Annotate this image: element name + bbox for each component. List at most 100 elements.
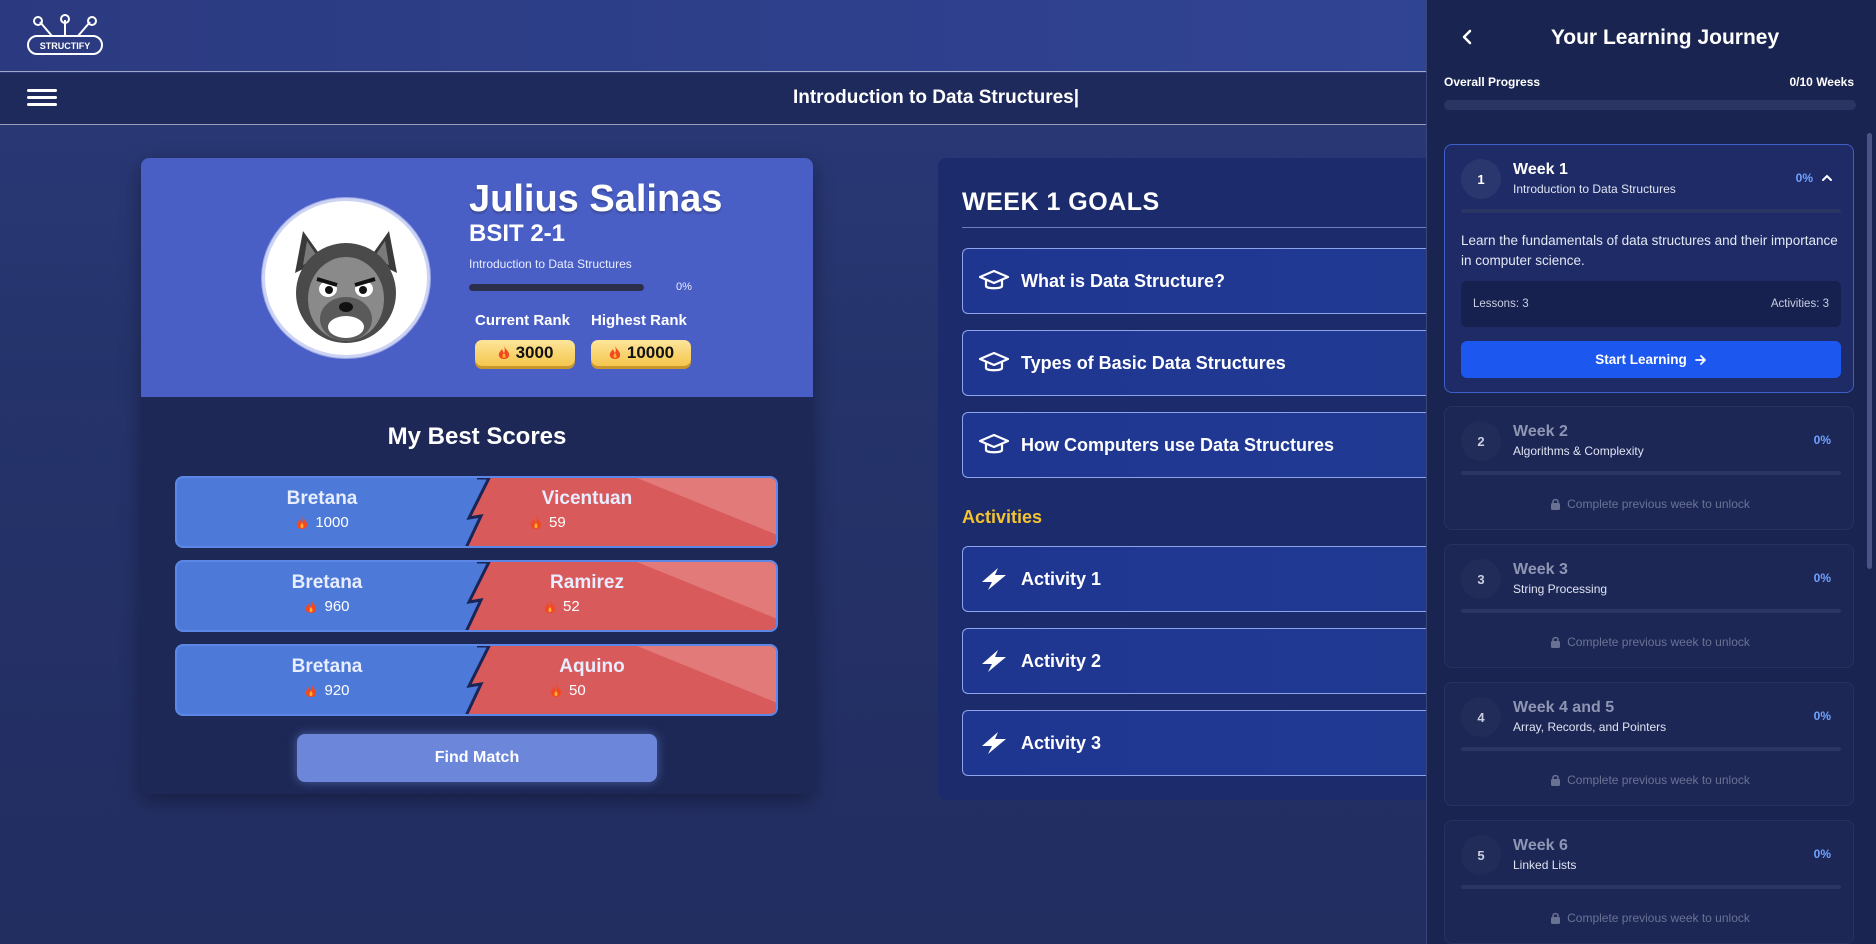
logo-text: STRUCTIFY — [40, 41, 91, 51]
journey-title: Your Learning Journey — [1550, 26, 1780, 49]
week-percent: 0% — [1813, 433, 1831, 447]
activity-label: Activity 3 — [1021, 732, 1102, 753]
activity-label: Activity 1 — [1021, 568, 1102, 589]
week-card-3[interactable]: 3 Week 3 String Processing 0% Complete p… — [1444, 544, 1854, 668]
menu-icon[interactable] — [27, 89, 57, 109]
opponent-score: 50 — [569, 682, 586, 699]
activity-item[interactable]: Activity 3 — [962, 710, 1438, 776]
course-progress-percent: 0% — [676, 281, 692, 293]
week-progress-bar — [1461, 609, 1841, 613]
start-learning-label: Start Learning — [1595, 352, 1687, 367]
wolf-avatar-icon — [295, 231, 397, 343]
week-goals-title: WEEK 1 GOALS — [962, 188, 1160, 216]
goal-item[interactable]: How Computers use Data Structures — [962, 412, 1438, 478]
logo-icon[interactable]: STRUCTIFY — [26, 14, 104, 58]
activities-count: Activities: 3 — [1770, 298, 1829, 310]
week-percent: 0% — [1813, 847, 1831, 861]
week-number: 1 — [1461, 159, 1501, 199]
week-progress-bar — [1461, 885, 1841, 889]
opponent-score: 59 — [549, 514, 566, 531]
goal-label: What is Data Structure? — [1021, 270, 1226, 291]
player-name: Bretana — [291, 656, 363, 677]
week-number: 3 — [1461, 559, 1501, 599]
week-title: Week 4 and 5 — [1513, 699, 1615, 716]
week-title: Week 3 — [1513, 561, 1568, 578]
locked-text: Complete previous week to unlock — [1567, 635, 1750, 649]
week-number: 4 — [1461, 697, 1501, 737]
match-result-row[interactable]: Bretana 1000 Vicentuan 59 — [175, 476, 778, 548]
activity-item[interactable]: Activity 1 — [962, 546, 1438, 612]
avatar — [262, 198, 430, 358]
week-card-5[interactable]: 5 Week 6 Linked Lists 0% Complete previo… — [1444, 820, 1854, 944]
goal-item[interactable]: What is Data Structure? — [962, 248, 1438, 314]
week-card-1[interactable]: 1 Week 1 Introduction to Data Structures… — [1444, 144, 1854, 393]
player-score: 920 — [324, 682, 350, 699]
week-card-4[interactable]: 4 Week 4 and 5 Array, Records, and Point… — [1444, 682, 1854, 806]
locked-message: Complete previous week to unlock — [1445, 911, 1855, 925]
goal-label: Types of Basic Data Structures — [1021, 352, 1286, 373]
week-number: 5 — [1461, 835, 1501, 875]
opponent-name: Ramirez — [550, 572, 624, 593]
course-progress-bar — [469, 284, 644, 291]
highest-rank-value: 10000 — [626, 343, 675, 362]
week-card-2[interactable]: 2 Week 2 Algorithms & Complexity 0% Comp… — [1444, 406, 1854, 530]
opponent-name: Vicentuan — [541, 488, 633, 509]
opponent-name: Aquino — [559, 656, 625, 677]
lock-icon — [1551, 498, 1561, 510]
current-rank-label: Current Rank — [475, 312, 571, 329]
match-result-row[interactable]: Bretana 920 Aquino 50 — [175, 644, 778, 716]
lock-icon — [1551, 636, 1561, 648]
week-progress-bar — [1461, 209, 1841, 213]
locked-message: Complete previous week to unlock — [1445, 635, 1855, 649]
activities-heading: Activities — [962, 507, 1043, 527]
week-title: Week 1 — [1513, 161, 1568, 178]
player-score: 960 — [324, 598, 350, 615]
flame-icon — [609, 346, 621, 359]
find-match-button[interactable]: Find Match — [297, 734, 657, 782]
current-rank-badge: 3000 — [475, 340, 575, 366]
week-title: Week 2 — [1513, 423, 1568, 440]
graduation-cap-icon — [979, 269, 1009, 290]
flame-icon — [498, 346, 509, 359]
highest-rank-badge: 10000 — [591, 340, 691, 366]
student-name: Julius Salinas — [469, 178, 723, 220]
week-subtitle: Linked Lists — [1513, 858, 1577, 872]
player-score: 1000 — [315, 514, 349, 531]
course-title: Introduction to Data Structures| — [792, 87, 1080, 108]
flame-icon — [297, 515, 308, 529]
profile-card: Julius Salinas BSIT 2-1 Introduction to … — [141, 158, 813, 794]
flame-icon — [306, 683, 317, 697]
activity-item[interactable]: Activity 2 — [962, 628, 1438, 694]
divider — [962, 227, 1438, 228]
lock-icon — [1551, 912, 1561, 924]
match-result-row[interactable]: Bretana 960 Ramirez 52 — [175, 560, 778, 632]
flame-icon — [530, 515, 542, 529]
week-progress-bar — [1461, 471, 1841, 475]
week-percent: 0% — [1813, 709, 1831, 723]
lock-icon — [1551, 774, 1561, 786]
flame-icon — [306, 599, 317, 613]
graduation-cap-icon — [979, 351, 1009, 372]
activity-label: Activity 2 — [1021, 650, 1102, 671]
overall-progress-bar — [1444, 100, 1856, 110]
week-progress-bar — [1461, 747, 1841, 751]
learning-journey-drawer: Your Learning Journey Overall Progress 0… — [1426, 0, 1876, 944]
week-goals-panel: WEEK 1 GOALS What is Data Structure? Typ… — [938, 158, 1438, 800]
current-rank-value: 3000 — [515, 343, 554, 362]
start-learning-button[interactable]: Start Learning — [1461, 341, 1841, 378]
chevron-up-icon[interactable] — [1821, 173, 1833, 183]
locked-text: Complete previous week to unlock — [1567, 773, 1750, 787]
locked-message: Complete previous week to unlock — [1445, 497, 1855, 511]
week-percent: 0% — [1795, 171, 1813, 185]
scrollbar[interactable] — [1867, 133, 1872, 569]
player-name: Bretana — [286, 488, 358, 509]
opponent-score: 52 — [563, 598, 580, 615]
student-section: BSIT 2-1 — [469, 220, 566, 247]
goal-label: How Computers use Data Structures — [1021, 434, 1335, 455]
lightning-icon — [982, 732, 1006, 754]
goal-item[interactable]: Types of Basic Data Structures — [962, 330, 1438, 396]
arrow-right-icon — [1694, 354, 1706, 365]
week-number: 2 — [1461, 421, 1501, 461]
lightning-icon — [982, 568, 1006, 590]
locked-message: Complete previous week to unlock — [1445, 773, 1855, 787]
